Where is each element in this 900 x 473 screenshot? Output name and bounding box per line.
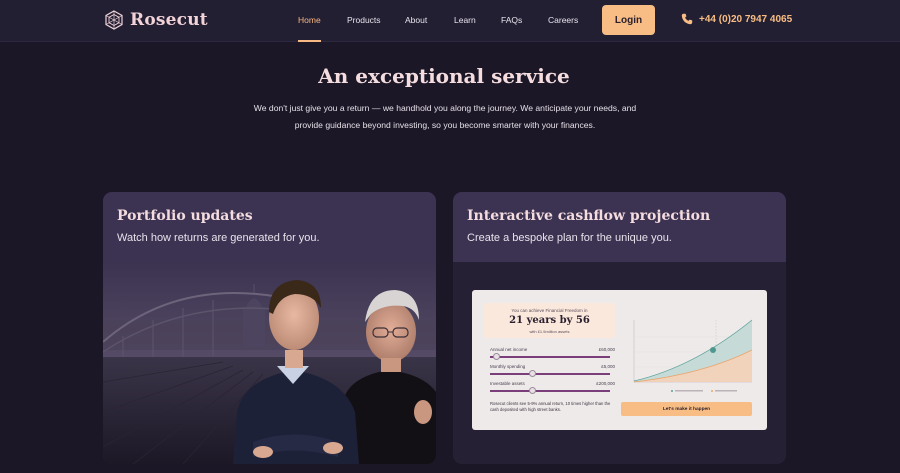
logo[interactable]: Rosecut (104, 9, 208, 31)
card-header: Portfolio updates Watch how returns are … (103, 192, 436, 262)
projection-chart (633, 319, 753, 392)
freedom-summary: You can achieve Financial Freedom in 21 … (484, 303, 615, 338)
active-nav-indicator (298, 40, 321, 42)
nav-products[interactable]: Products (347, 15, 381, 25)
section-title: An exceptional service (318, 64, 570, 88)
card-title: Interactive cashflow projection (467, 208, 711, 224)
slider-label-income: Annual net income (490, 347, 528, 352)
freedom-intro: You can achieve Financial Freedom in (511, 308, 588, 313)
slider-value-spending: £5,000 (601, 364, 615, 369)
nav-about[interactable]: About (405, 15, 427, 25)
portfolio-updates-card[interactable]: Portfolio updates Watch how returns are … (103, 192, 436, 464)
freedom-years: 21 years by 56 (509, 315, 590, 326)
card-subtitle: Watch how returns are generated for you. (117, 232, 320, 244)
freedom-assets: with £1.5million assets (529, 329, 570, 334)
advisors-photo (103, 262, 436, 464)
projection-preview: You can achieve Financial Freedom in 21 … (472, 290, 767, 430)
card-title: Portfolio updates (117, 208, 253, 224)
slider-label-spending: Monthly spending (490, 364, 526, 369)
login-button[interactable]: Login (602, 5, 655, 35)
slider-knob[interactable] (492, 353, 500, 360)
cashflow-projection-card[interactable]: Interactive cashflow projection Create a… (453, 192, 786, 464)
slider-knob[interactable] (528, 370, 536, 377)
rose-logo-icon (105, 10, 123, 30)
make-it-happen-button[interactable]: Let's make it happen (621, 402, 752, 416)
card-subtitle: Create a bespoke plan for the unique you… (467, 232, 672, 244)
top-nav: Rosecut Home Products About Learn FAQs C… (0, 0, 900, 42)
nav-learn[interactable]: Learn (454, 15, 476, 25)
card-header: Interactive cashflow projection Create a… (453, 192, 786, 262)
nav-home[interactable]: Home (298, 15, 321, 25)
section-subtitle: We don't just give you a return — we han… (253, 103, 637, 130)
logo-text: Rosecut (130, 10, 208, 30)
slider-knob[interactable] (528, 387, 536, 394)
phone-number: +44 (0)20 7947 4065 (699, 13, 793, 25)
return-note: Rosecut clients see 5-9% annual return, … (490, 401, 611, 412)
phone-link[interactable]: +44 (0)20 7947 4065 (681, 13, 792, 25)
income-slider[interactable] (490, 353, 610, 360)
assets-slider[interactable] (490, 387, 610, 394)
spending-slider[interactable] (490, 370, 610, 377)
slider-value-income: £60,000 (598, 347, 615, 352)
phone-icon (681, 13, 693, 25)
nav-faqs[interactable]: FAQs (501, 15, 522, 25)
slider-label-assets: Investable assets (490, 381, 525, 386)
nav-careers[interactable]: Careers (548, 15, 578, 25)
slider-value-assets: £200,000 (596, 381, 615, 386)
